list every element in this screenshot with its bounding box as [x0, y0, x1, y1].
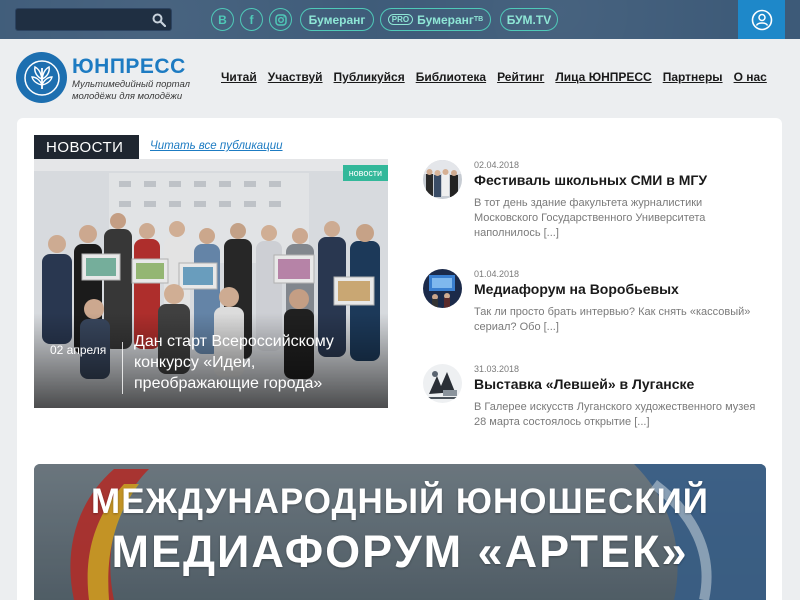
logo-subtitle: Мультимедийный портал молодёжи для молод…: [72, 79, 190, 102]
top-bar: В f Бумеранг PRO Бумеранг ТВ БУМ.TV: [0, 0, 800, 39]
bumerang-link[interactable]: Бумеранг: [300, 8, 374, 31]
nav-participate[interactable]: Участвуй: [268, 70, 323, 84]
news-date: 02.04.2018: [474, 160, 520, 170]
bumerang-tv-label: Бумеранг: [417, 12, 474, 27]
hero-title[interactable]: Дан старт Всероссийскому конкурсу «Идеи,…: [134, 331, 364, 394]
tv-superscript: ТВ: [473, 16, 484, 23]
pro-badge: PRO: [387, 14, 414, 25]
news-title[interactable]: Фестиваль школьных СМИ в МГУ: [474, 172, 707, 188]
logo-flower-icon: [23, 59, 60, 96]
logo-icon[interactable]: [16, 52, 67, 103]
hero-news[interactable]: новости 02 апреля Дан старт Всероссийско…: [34, 159, 388, 408]
nav-rating[interactable]: Рейтинг: [497, 70, 544, 84]
nav-read[interactable]: Читай: [221, 70, 257, 84]
user-account-button[interactable]: [738, 0, 785, 39]
hero-category-badge[interactable]: новости: [342, 165, 388, 181]
news-title[interactable]: Медиафорум на Воробьевых: [474, 281, 679, 297]
search-box: [15, 8, 172, 31]
news-thumbnail[interactable]: [423, 269, 462, 308]
read-all-link[interactable]: Читать все публикации: [150, 140, 283, 152]
bum-tv-label: БУМ.TV: [506, 12, 552, 27]
bumerang-pro-tv-link[interactable]: PRO Бумеранг ТВ: [380, 8, 491, 31]
instagram-glyph: [274, 13, 287, 26]
search-input[interactable]: [22, 12, 147, 28]
facebook-icon[interactable]: f: [240, 8, 263, 31]
nav-publish[interactable]: Публикуйся: [334, 70, 405, 84]
nav-library[interactable]: Библиотека: [416, 70, 486, 84]
news-tab[interactable]: НОВОСТИ: [34, 135, 139, 159]
news-date: 31.03.2018: [474, 364, 520, 374]
site-header: ЮНПРЕСС Мультимедийный портал молодёжи д…: [0, 39, 800, 117]
vk-icon[interactable]: В: [211, 8, 234, 31]
news-date: 01.04.2018: [474, 269, 520, 279]
news-excerpt: Так ли просто брать интервью? Как снять …: [474, 306, 751, 333]
artek-banner[interactable]: МЕЖДУНАРОДНЫЙ ЮНОШЕСКИЙ МЕДИАФОРУМ «АРТЕ…: [34, 464, 766, 600]
bumerang-label: Бумеранг: [308, 12, 366, 27]
news-title[interactable]: Выставка «Левшей» в Луганске: [474, 376, 694, 392]
news-thumbnail-image: [423, 269, 462, 308]
user-icon: [751, 9, 772, 30]
bum-tv-link[interactable]: БУМ.TV: [500, 8, 558, 31]
news-excerpt: В тот день здание факультета журналистик…: [474, 197, 706, 239]
news-thumbnail[interactable]: [423, 364, 462, 403]
banner-line-1: МЕЖДУНАРОДНЫЙ ЮНОШЕСКИЙ: [91, 482, 709, 521]
news-thumbnail[interactable]: [423, 160, 462, 199]
search-icon[interactable]: [152, 13, 166, 27]
nav-faces[interactable]: Лица ЮНПРЕСС: [555, 70, 651, 84]
nav-partners[interactable]: Партнеры: [663, 70, 723, 84]
hero-divider: [122, 342, 123, 394]
main-nav: Читай Участвуй Публикуйся Библиотека Рей…: [221, 70, 778, 84]
logo-title[interactable]: ЮНПРЕСС: [72, 55, 186, 79]
hero-date: 02 апреля: [50, 343, 107, 357]
instagram-icon[interactable]: [269, 8, 292, 31]
nav-about[interactable]: О нас: [734, 70, 767, 84]
banner-line-2: МЕДИАФОРУМ «АРТЕК»: [111, 526, 689, 577]
news-excerpt: В Галерее искусств Луганского художестве…: [474, 401, 756, 428]
news-thumbnail-image: [423, 364, 462, 403]
news-thumbnail-image: [423, 160, 462, 199]
